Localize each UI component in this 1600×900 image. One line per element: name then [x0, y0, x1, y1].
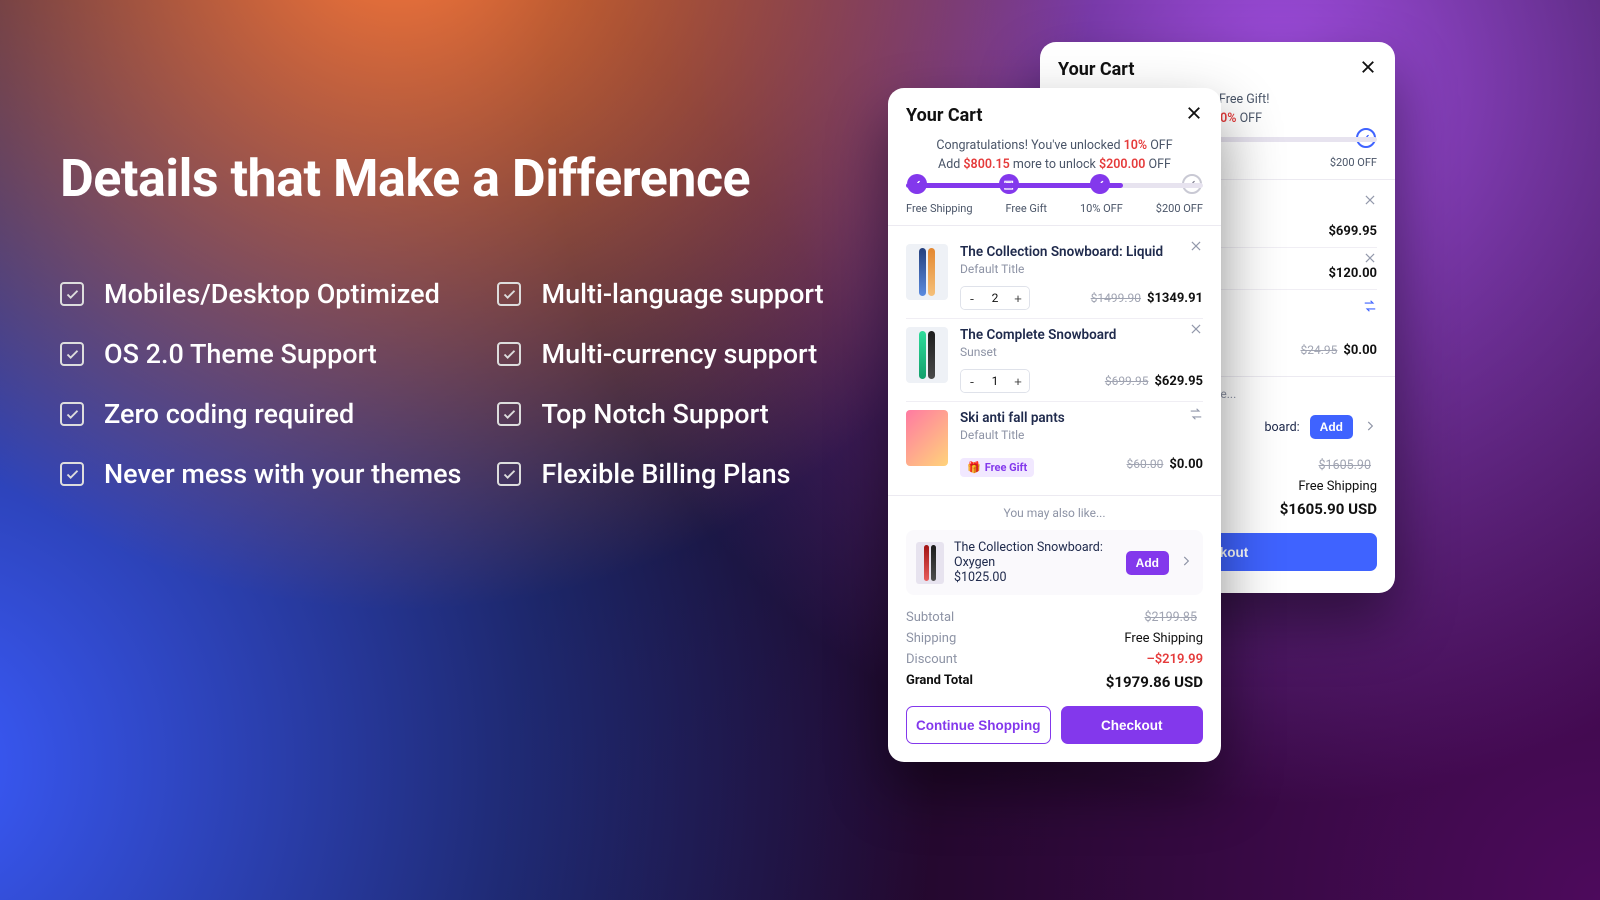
- qty-value: 2: [983, 291, 1007, 305]
- subtotal-old: $2199.85: [1145, 610, 1197, 625]
- feature-grid: Mobiles/Desktop Optimized OS 2.0 Theme S…: [60, 278, 824, 490]
- add-button[interactable]: Add: [1310, 415, 1353, 439]
- item-title: The Complete Snowboard: [960, 327, 1203, 343]
- item-variant: Default Title: [960, 428, 1203, 442]
- remove-item-icon[interactable]: [1363, 250, 1377, 269]
- shipping-value: Free Shipping: [1298, 479, 1377, 494]
- item-title: Ski anti fall pants: [960, 410, 1203, 426]
- swap-icon[interactable]: [1363, 298, 1377, 317]
- promo-message: Congratulations! You've unlocked 10% OFF…: [906, 136, 1203, 175]
- remove-item-icon[interactable]: [1189, 321, 1203, 340]
- feature-item: Never mess with your themes: [60, 458, 461, 490]
- progress-label: Free Gift: [1005, 202, 1047, 215]
- item-thumbnail: [906, 244, 948, 300]
- remove-item-icon[interactable]: [1189, 238, 1203, 257]
- shipping-value: Free Shipping: [1124, 631, 1203, 646]
- remove-item-icon[interactable]: [1363, 192, 1377, 211]
- swap-icon[interactable]: [1189, 406, 1203, 425]
- checkbox-icon: [60, 342, 84, 366]
- item-price: $1349.91: [1147, 291, 1203, 306]
- checkbox-icon: [497, 342, 521, 366]
- subtotal-label: Subtotal: [906, 610, 954, 625]
- quantity-stepper[interactable]: - 1 +: [960, 369, 1030, 393]
- rewards-progress: ✓ ▣ ✓ ✓ Free Shipping Free Gift 10% OFF …: [906, 183, 1203, 216]
- checkbox-icon: [497, 462, 521, 486]
- cart-drawer-front: Your Cart Congratulations! You've unlock…: [888, 88, 1221, 762]
- quantity-stepper[interactable]: - 2 +: [960, 286, 1030, 310]
- chevron-right-icon[interactable]: [1363, 418, 1377, 437]
- discount-label: Discount: [906, 652, 957, 667]
- chevron-right-icon[interactable]: [1179, 553, 1193, 572]
- feature-item: OS 2.0 Theme Support: [60, 338, 461, 370]
- checkbox-icon: [497, 402, 521, 426]
- grand-total: $1979.86 USD: [1106, 673, 1203, 691]
- item-price: $629.95: [1154, 374, 1203, 389]
- gift-icon: 🎁: [967, 461, 981, 474]
- feature-item: Multi-currency support: [497, 338, 823, 370]
- upsell-card: The Collection Snowboard: Oxygen $1025.0…: [906, 530, 1203, 595]
- checkout-button[interactable]: Checkout: [1061, 706, 1204, 744]
- checkbox-icon: [60, 282, 84, 306]
- upsell-heading: You may also like...: [906, 506, 1203, 520]
- qty-increase[interactable]: +: [1007, 370, 1029, 392]
- qty-increase[interactable]: +: [1007, 287, 1029, 309]
- close-icon[interactable]: [1185, 104, 1203, 126]
- add-button[interactable]: Add: [1126, 551, 1169, 575]
- item-thumbnail: [906, 410, 948, 466]
- subtotal-old: $1605.90: [1319, 458, 1371, 473]
- item-variant: Sunset: [960, 345, 1203, 359]
- discount-value: –$219.99: [1146, 652, 1203, 667]
- line-item: The Complete Snowboard Sunset - 1 + $699…: [906, 318, 1203, 401]
- checkbox-icon: [60, 462, 84, 486]
- item-thumbnail: [906, 327, 948, 383]
- item-price: $699.95: [1328, 224, 1377, 239]
- cart-title: Your Cart: [1058, 59, 1134, 80]
- upsell-title: The Collection Snowboard: Oxygen: [954, 540, 1116, 570]
- feature-item: Top Notch Support: [497, 398, 823, 430]
- item-price: $0.00: [1169, 457, 1203, 472]
- hero: Details that Make a Difference: [60, 148, 750, 209]
- item-title: The Collection Snowboard: Liquid: [960, 244, 1203, 260]
- qty-decrease[interactable]: -: [961, 370, 983, 392]
- item-price: $0.00: [1343, 343, 1377, 358]
- feature-item: Zero coding required: [60, 398, 461, 430]
- feature-item: Mobiles/Desktop Optimized: [60, 278, 461, 310]
- close-icon[interactable]: [1359, 58, 1377, 80]
- qty-value: 1: [983, 374, 1007, 388]
- totals: Subtotal $2199.85 Shipping Free Shipping D…: [906, 607, 1203, 694]
- checkbox-icon: [497, 282, 521, 306]
- free-gift-badge: 🎁Free Gift: [960, 458, 1034, 477]
- shipping-label: Shipping: [906, 631, 956, 646]
- feature-item: Flexible Billing Plans: [497, 458, 823, 490]
- upsell-price: $1025.00: [954, 570, 1116, 585]
- line-item: The Collection Snowboard: Liquid Default…: [906, 236, 1203, 318]
- grand-total-label: Grand Total: [906, 673, 973, 691]
- hero-title: Details that Make a Difference: [60, 148, 750, 209]
- upsell-thumbnail: [916, 542, 944, 584]
- qty-decrease[interactable]: -: [961, 287, 983, 309]
- progress-label: Free Shipping: [906, 202, 973, 215]
- checkbox-icon: [60, 402, 84, 426]
- progress-label: 10% OFF: [1080, 202, 1123, 215]
- progress-label: $200 OFF: [1156, 202, 1203, 215]
- grand-total: $1605.90 USD: [1280, 500, 1377, 518]
- feature-item: Multi-language support: [497, 278, 823, 310]
- line-item: Ski anti fall pants Default Title 🎁Free …: [906, 401, 1203, 485]
- progress-label: $200 OFF: [1330, 156, 1377, 169]
- item-variant: Default Title: [960, 262, 1203, 276]
- cart-title: Your Cart: [906, 105, 982, 126]
- continue-shopping-button[interactable]: Continue Shopping: [906, 706, 1051, 744]
